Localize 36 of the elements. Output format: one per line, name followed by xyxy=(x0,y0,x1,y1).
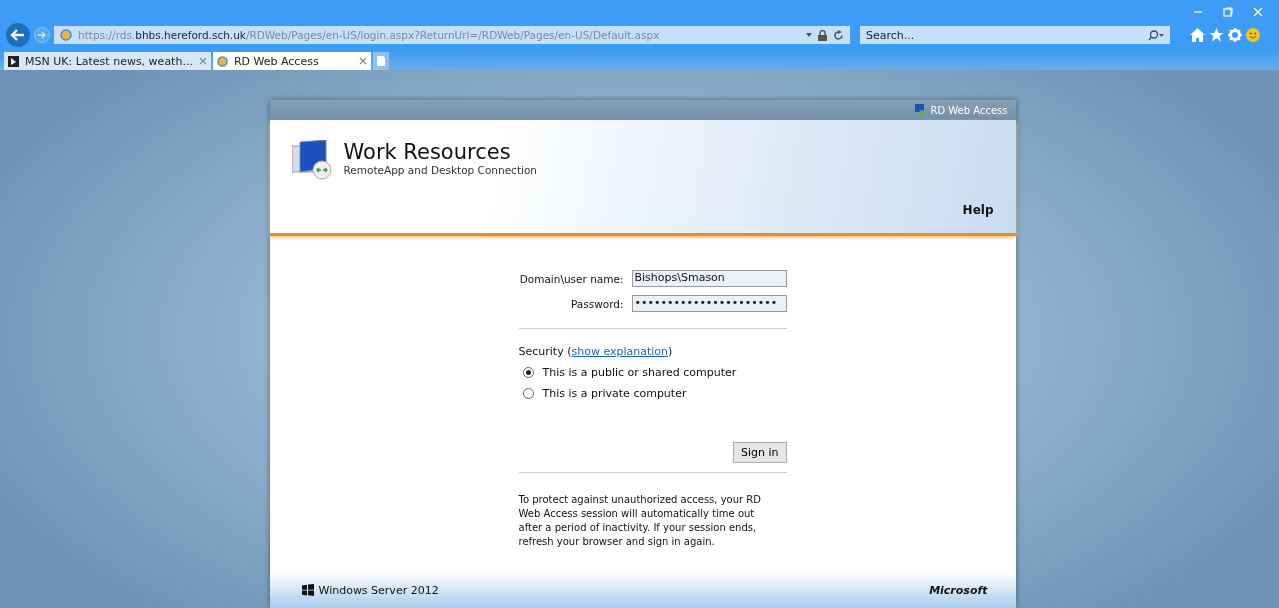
dropdown-caret-icon[interactable] xyxy=(806,33,812,37)
windows-logo-icon xyxy=(301,584,314,596)
search-icon[interactable] xyxy=(1148,29,1164,41)
page-subtitle: RemoteApp and Desktop Connection xyxy=(343,164,537,176)
radio-label: This is a public or shared computer xyxy=(542,366,737,379)
input-field[interactable]: •••••••••••••••••••••• xyxy=(631,295,787,312)
gear-icon[interactable] xyxy=(1228,28,1242,42)
footer-brand: Microsoft xyxy=(929,583,988,597)
security-text: Security (show explanation) xyxy=(518,345,674,358)
close-tab-icon[interactable] xyxy=(198,57,207,65)
field-label: Password: xyxy=(570,297,624,310)
page-title: Work Resources xyxy=(343,140,512,164)
smiley-icon[interactable] xyxy=(1246,28,1260,42)
close-icon[interactable] xyxy=(1253,7,1263,17)
input-field[interactable]: Bishops\Smason xyxy=(631,270,787,287)
address-bar[interactable]: https://rds.bhbs.hereford.sch.uk/RDWeb/Pages/en-US/login.aspx?ReturnUrl=/RDWeb/Pages/en-US/Default.aspx xyxy=(54,26,850,44)
browser-tab[interactable]: MSN UK: Latest news, weath... xyxy=(4,52,211,70)
browser-tab[interactable]: RD Web Access xyxy=(212,52,371,70)
help-link[interactable]: Help xyxy=(962,203,994,217)
sign-in-button[interactable]: Sign in xyxy=(732,442,787,463)
refresh-icon[interactable] xyxy=(833,29,844,41)
url-text: https://rds.bhbs.hereford.sch.uk/RDWeb/Pages/en-US/login.aspx?ReturnUrl=/RDWeb/Pages/en-US/Default.aspx xyxy=(78,29,661,41)
close-tab-icon[interactable] xyxy=(358,57,367,65)
lock-icon xyxy=(818,29,827,41)
home-icon[interactable] xyxy=(1190,28,1205,42)
star-icon[interactable] xyxy=(1209,28,1224,42)
footer-product: Windows Server 2012 xyxy=(318,583,439,597)
new-tab-icon[interactable] xyxy=(372,52,389,70)
restore-icon[interactable] xyxy=(1223,7,1233,17)
product-label: RD Web Access xyxy=(930,104,1008,116)
show-explanation-link[interactable]: show explanation xyxy=(571,345,669,358)
search-field[interactable]: Search... xyxy=(866,28,1136,42)
radio-label: This is a private computer xyxy=(542,387,687,400)
search-bar[interactable]: Search... xyxy=(860,26,1170,44)
field-label: Domain\user name: xyxy=(519,272,624,285)
timeout-notice: To protect against unauthorized access, your RD Web Access session will automatically time out after a period of inactivity. If your session ends, refresh your browser and sign in again. xyxy=(518,493,762,549)
